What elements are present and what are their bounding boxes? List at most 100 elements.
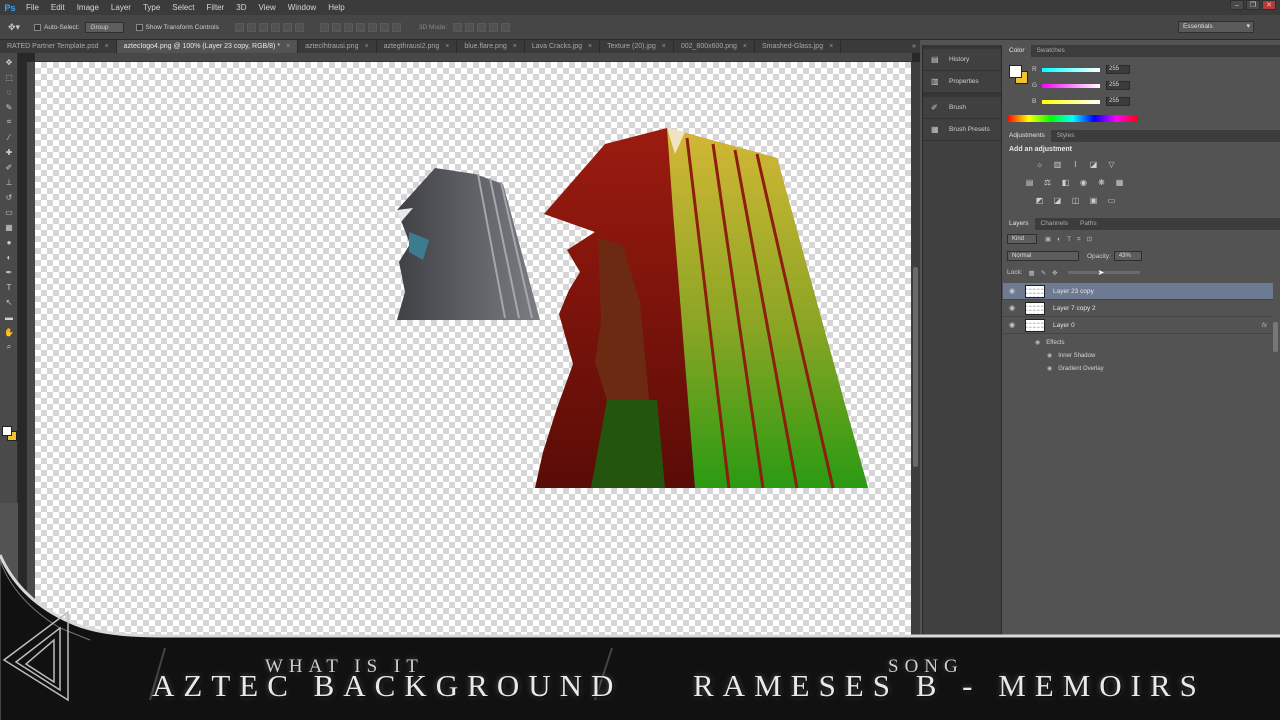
marquee-tool-icon[interactable]: ⬚: [2, 71, 16, 83]
eyedropper-tool-icon[interactable]: ⁄: [2, 131, 16, 143]
path-select-icon[interactable]: ↖: [2, 296, 16, 308]
tab-aztec-logo4[interactable]: aztecIogo4.png @ 100% (Layer 23 copy, RG…: [116, 40, 299, 53]
auto-align-icon[interactable]: [391, 22, 401, 32]
tab-aztegthrausi2[interactable]: aztegthrausi2.png ×: [377, 40, 458, 53]
filter-icons[interactable]: ▣◐T⌗⊡: [1045, 235, 1098, 244]
close-icon[interactable]: ×: [286, 40, 290, 53]
lock-icons[interactable]: ▦✎✥: [1029, 269, 1064, 277]
eraser-tool-icon[interactable]: ▭: [2, 206, 16, 218]
menu-type[interactable]: Type: [137, 0, 166, 15]
tab-rated-partner-template[interactable]: RATED Partner Template.psd ×: [0, 40, 117, 53]
auto-select-target-dropdown[interactable]: Group: [85, 21, 124, 33]
filter-kind-dropdown[interactable]: Kind: [1007, 234, 1038, 244]
distribute-hcenter-icon[interactable]: [367, 22, 377, 32]
layer-row-layer-23-copy[interactable]: ◉ Layer 23 copy: [1003, 283, 1273, 300]
menu-edit[interactable]: Edit: [45, 0, 71, 15]
color-spectrum-bar[interactable]: [1007, 115, 1138, 122]
tab-channels[interactable]: Channels: [1035, 218, 1074, 230]
canvas-vertical-scrollbar[interactable]: [911, 62, 920, 640]
3d-slide-icon[interactable]: [489, 22, 499, 32]
fx-badge[interactable]: fx: [1262, 322, 1267, 329]
tab-lava-cracks[interactable]: Lava Cracks.jpg ×: [525, 40, 601, 53]
brush-tool-icon[interactable]: ✐: [2, 161, 16, 173]
tab-adjustments[interactable]: Adjustments: [1003, 130, 1051, 142]
menu-layer[interactable]: Layer: [105, 0, 137, 15]
menu-image[interactable]: Image: [71, 0, 105, 15]
close-icon[interactable]: ×: [743, 40, 747, 53]
scrollbar-thumb[interactable]: [913, 267, 918, 467]
opacity-field[interactable]: 43%: [1113, 251, 1142, 261]
close-icon[interactable]: ×: [364, 40, 368, 53]
tab-smashed-glass[interactable]: Smashed-Glass.jpg ×: [755, 40, 842, 53]
layers-scrollbar-thumb[interactable]: [1273, 322, 1278, 352]
align-left-icon[interactable]: [270, 22, 280, 32]
menu-3d[interactable]: 3D: [230, 0, 252, 15]
pen-tool-icon[interactable]: ✒: [2, 266, 16, 278]
blue-slider[interactable]: [1042, 99, 1100, 104]
tab-aztec-ihtrausi[interactable]: aztecIhtrausi.png ×: [298, 40, 377, 53]
dock-brush[interactable]: ✐ Brush: [923, 97, 1001, 119]
photo-filter-icon[interactable]: ◉: [1077, 176, 1090, 189]
more-tabs-icon[interactable]: »: [912, 40, 916, 53]
workspace-dropdown[interactable]: Essentials: [1178, 21, 1254, 33]
menu-select[interactable]: Select: [166, 0, 200, 15]
3d-drag-icon[interactable]: [477, 22, 487, 32]
curves-icon[interactable]: ⌇: [1069, 158, 1082, 171]
align-vcenter-icon[interactable]: [246, 22, 256, 32]
blue-value-field[interactable]: 255: [1106, 97, 1130, 106]
effect-gradient-overlay[interactable]: ◉ Gradient Overlay: [1047, 362, 1104, 375]
brightness-icon[interactable]: ☼: [1033, 158, 1046, 171]
align-top-icon[interactable]: [234, 22, 244, 32]
visibility-eye-icon[interactable]: ◉: [1003, 287, 1021, 295]
minimize-icon[interactable]: –: [1230, 0, 1244, 10]
move-tool-icon[interactable]: ✥: [2, 56, 16, 68]
distribute-right-icon[interactable]: [379, 22, 389, 32]
tab-blue-flare[interactable]: blue.flare.png ×: [457, 40, 525, 53]
color-balance-icon[interactable]: ⚖: [1041, 176, 1054, 189]
visibility-eye-icon[interactable]: ◉: [1035, 339, 1040, 346]
dock-history[interactable]: ▤ History: [923, 49, 1001, 71]
posterize-icon[interactable]: ◪: [1051, 194, 1064, 207]
close-icon[interactable]: ×: [105, 40, 109, 53]
close-icon[interactable]: ×: [588, 40, 592, 53]
maximize-icon[interactable]: ❐: [1246, 0, 1260, 10]
black-white-icon[interactable]: ◧: [1059, 176, 1072, 189]
show-transform-checkbox[interactable]: [135, 23, 143, 31]
selective-color-icon[interactable]: ▣: [1087, 194, 1100, 207]
invert-icon[interactable]: ◩: [1033, 194, 1046, 207]
crop-tool-icon[interactable]: ⌗: [2, 116, 16, 128]
menu-file[interactable]: File: [20, 0, 45, 15]
3d-roll-icon[interactable]: [465, 22, 475, 32]
healing-tool-icon[interactable]: ✚: [2, 146, 16, 158]
green-value-field[interactable]: 255: [1106, 81, 1130, 90]
distribute-top-icon[interactable]: [319, 22, 329, 32]
distribute-left-icon[interactable]: [355, 22, 365, 32]
red-value-field[interactable]: 255: [1106, 65, 1130, 74]
move-tool-icon[interactable]: ✥▾: [0, 22, 28, 33]
tab-texture-20[interactable]: Texture (20).jpg ×: [600, 40, 674, 53]
type-tool-icon[interactable]: T: [2, 281, 16, 293]
layer-row-layer-0[interactable]: ◉ Layer 0 fx: [1003, 317, 1273, 334]
lasso-tool-icon[interactable]: ◌: [2, 86, 16, 98]
stamp-tool-icon[interactable]: ⊥: [2, 176, 16, 188]
align-bottom-icon[interactable]: [258, 22, 268, 32]
menu-filter[interactable]: Filter: [201, 0, 231, 15]
menu-help[interactable]: Help: [322, 0, 350, 15]
levels-icon[interactable]: ▥: [1051, 158, 1064, 171]
tab-color[interactable]: Color: [1003, 45, 1031, 57]
hue-saturation-icon[interactable]: ▤: [1023, 176, 1036, 189]
dock-brush-presets[interactable]: ▦ Brush Presets: [923, 119, 1001, 141]
history-brush-icon[interactable]: ↺: [2, 191, 16, 203]
menu-view[interactable]: View: [253, 0, 282, 15]
hand-tool-icon[interactable]: ✋: [2, 326, 16, 338]
layer-row-layer-7-copy-2[interactable]: ◉ Layer 7 copy 2: [1003, 300, 1273, 317]
tab-styles[interactable]: Styles: [1051, 130, 1081, 142]
tab-paths[interactable]: Paths: [1074, 218, 1103, 230]
distribute-bottom-icon[interactable]: [343, 22, 353, 32]
visibility-eye-icon[interactable]: ◉: [1003, 321, 1021, 329]
foreground-color-swatch[interactable]: [2, 426, 12, 436]
blend-mode-dropdown[interactable]: Normal: [1007, 251, 1079, 261]
close-icon[interactable]: ×: [662, 40, 666, 53]
document-canvas[interactable]: [35, 62, 911, 640]
color-lookup-icon[interactable]: ▦: [1113, 176, 1126, 189]
